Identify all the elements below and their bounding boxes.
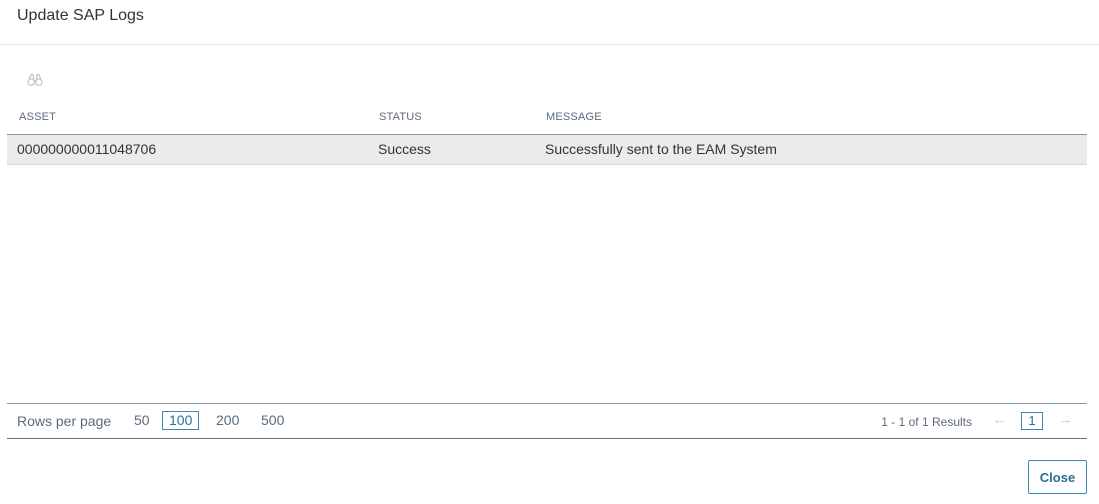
dialog-title: Update SAP Logs <box>17 7 144 24</box>
column-header-status[interactable]: STATUS <box>379 111 422 123</box>
column-header-message[interactable]: MESSAGE <box>546 111 602 123</box>
grid-header: ASSET STATUS MESSAGE <box>7 100 1087 135</box>
results-count: 1 - 1 of 1 Results <box>881 415 972 429</box>
pager: Rows per page 50 100 200 500 1 - 1 of 1 … <box>7 403 1087 439</box>
dialog-header: Update SAP Logs <box>0 0 1099 45</box>
page-number-button[interactable]: 1 <box>1021 412 1043 430</box>
update-sap-logs-dialog: Update SAP Logs ASSET STATUS MESSAGE 000… <box>0 0 1099 504</box>
page-size-200[interactable]: 200 <box>210 411 245 430</box>
arrow-right-icon[interactable]: → <box>1058 411 1073 428</box>
cell-asset: 000000000011048706 <box>17 141 157 157</box>
page-size-100[interactable]: 100 <box>162 411 200 430</box>
column-header-asset[interactable]: ASSET <box>19 111 56 123</box>
cell-message: Successfully sent to the EAM System <box>545 141 777 157</box>
close-button[interactable]: Close <box>1028 460 1087 494</box>
logs-grid: ASSET STATUS MESSAGE 000000000011048706 … <box>7 100 1087 165</box>
binoculars-icon[interactable] <box>27 73 43 87</box>
page-size-500[interactable]: 500 <box>255 411 290 430</box>
arrow-left-icon[interactable]: ← <box>992 411 1007 428</box>
table-row[interactable]: 000000000011048706 Success Successfully … <box>7 135 1087 165</box>
cell-status: Success <box>378 141 431 157</box>
page-size-50[interactable]: 50 <box>128 411 156 430</box>
rows-per-page-label: Rows per page <box>17 413 112 429</box>
